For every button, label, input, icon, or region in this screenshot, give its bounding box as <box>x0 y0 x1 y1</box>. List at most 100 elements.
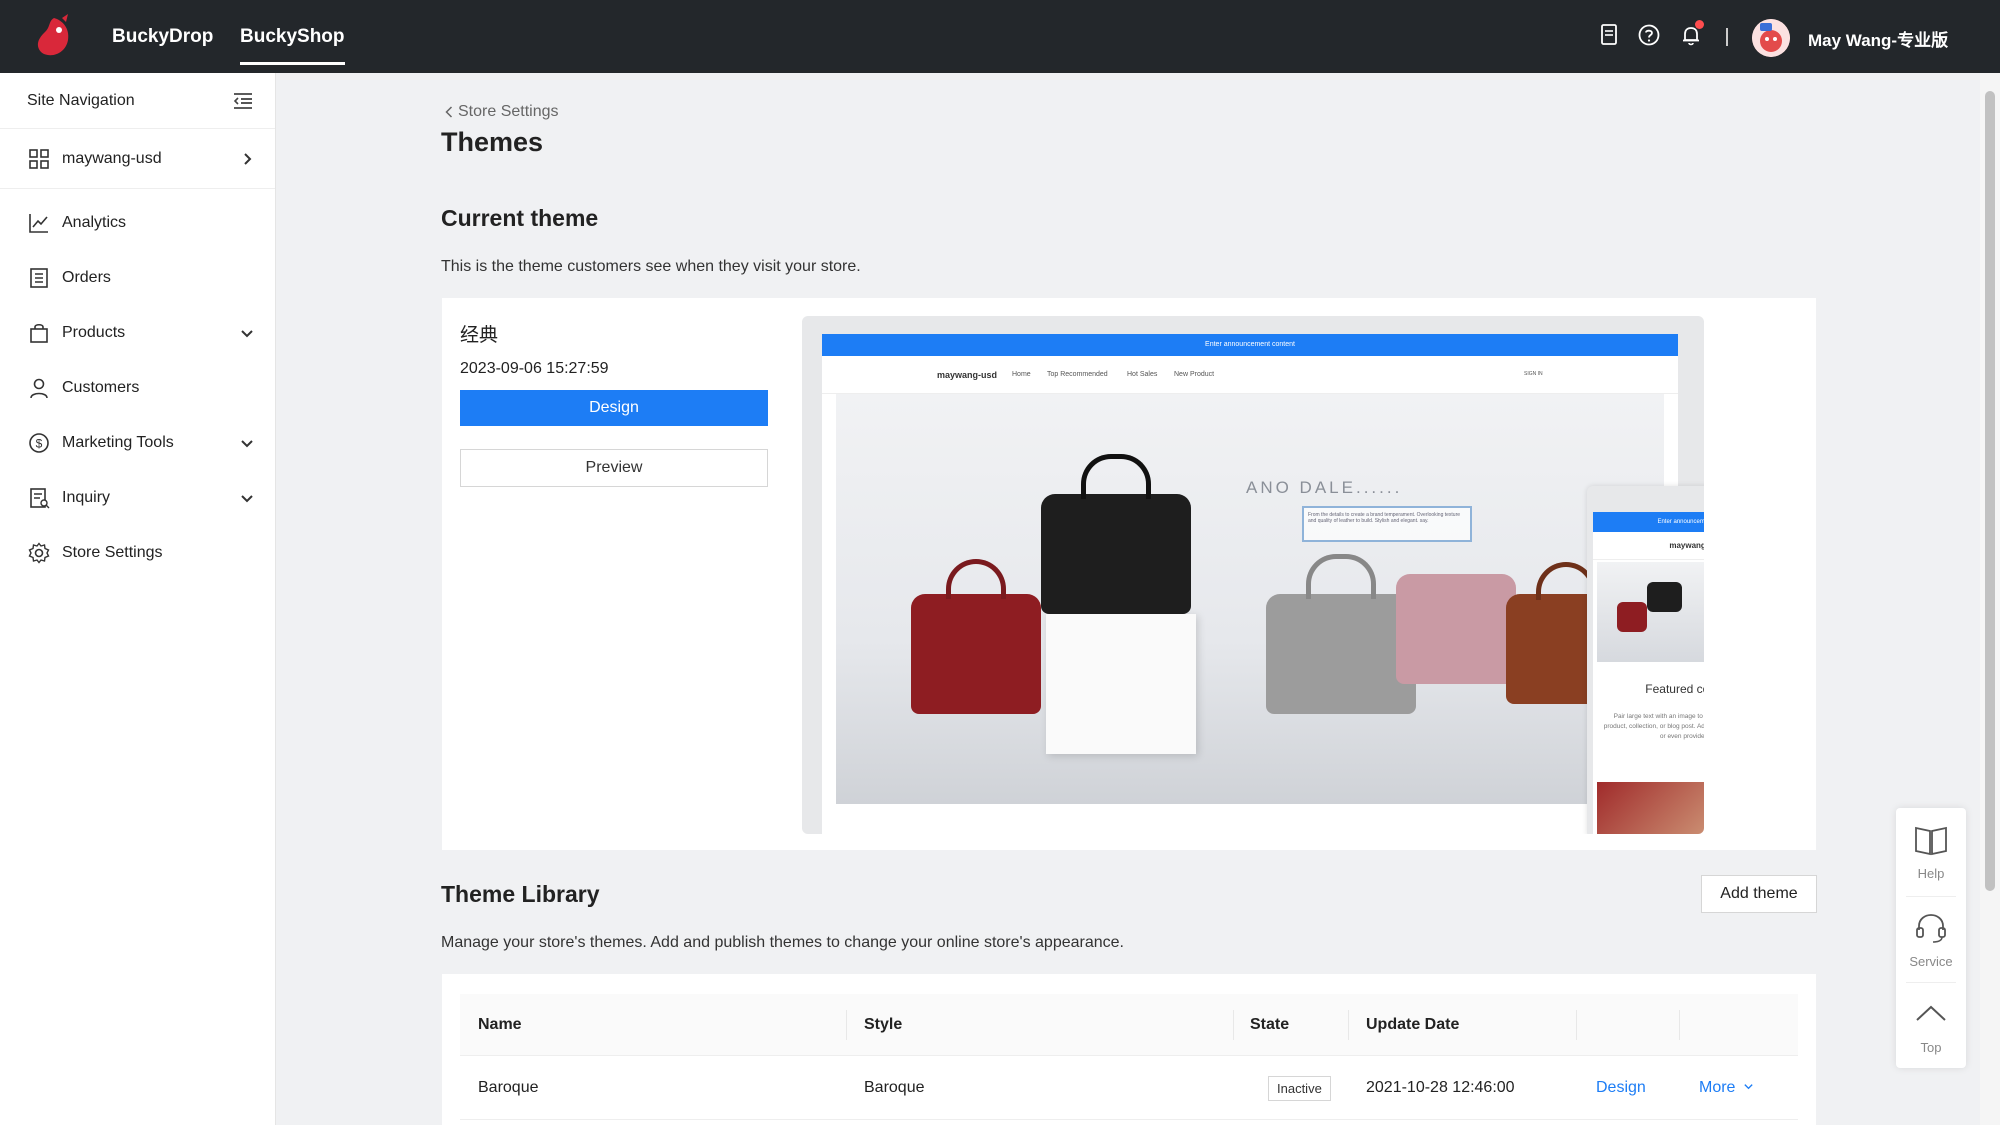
notes-icon[interactable] <box>1596 22 1622 48</box>
theme-row-date: 2021-10-28 12:46:00 <box>1366 1079 1515 1096</box>
chevron-down-icon <box>1744 1084 1753 1090</box>
mobile-hero-image <box>1597 562 1704 662</box>
help-button[interactable]: Help <box>1896 808 1966 894</box>
buckydrop-logo-icon[interactable] <box>32 14 76 60</box>
current-theme-heading: Current theme <box>441 205 599 231</box>
column-divider <box>1576 1010 1577 1040</box>
sidebar-item-label: Marketing Tools <box>62 433 174 451</box>
mobile-preview: Enter announcement content maywang-usd F… <box>1587 486 1704 834</box>
preview-announcement: Enter announcement content <box>822 334 1678 356</box>
sidebar-item-label: Inquiry <box>62 488 111 506</box>
column-divider <box>1233 1010 1234 1040</box>
tab-buckyshop[interactable]: BuckyShop <box>240 0 345 73</box>
preview-hero-text: ANO DALE...... <box>1246 478 1403 497</box>
column-header-state: State <box>1250 1016 1290 1033</box>
design-button[interactable]: Design <box>460 390 768 426</box>
sidebar-item-label: Products <box>62 323 126 341</box>
column-divider <box>1679 1010 1680 1040</box>
preview-hero-subtext: From the details to create a brand tempe… <box>1302 506 1472 542</box>
black-bag-illustration <box>1041 494 1191 614</box>
bag-icon <box>28 322 50 344</box>
preview-button[interactable]: Preview <box>460 449 768 487</box>
theme-library-heading: Theme Library <box>441 881 600 907</box>
red-bag-illustration <box>911 594 1041 714</box>
top-bar: BuckyDrop BuckyShop May Wang-专业版 <box>0 0 2000 73</box>
page-scrollbar[interactable] <box>1980 73 2000 1125</box>
preview-sign-in: SIGN IN <box>1524 371 1543 377</box>
sidebar-store-selector[interactable]: maywang-usd <box>0 129 275 189</box>
sidebar-item-orders[interactable]: Orders <box>0 250 275 305</box>
gray-bag-illustration <box>1266 594 1416 714</box>
desktop-preview: Enter announcement content maywang-usd H… <box>822 334 1678 834</box>
column-header-style: Style <box>864 1016 903 1033</box>
chevron-right-icon <box>239 151 255 167</box>
user-icon <box>28 377 50 399</box>
table-header: Name Style State Update Date <box>460 994 1798 1056</box>
page-title: Themes <box>441 127 544 157</box>
dollar-icon: $ <box>28 432 50 454</box>
row-more-dropdown[interactable]: More <box>1699 1056 1754 1120</box>
add-theme-button[interactable]: Add theme <box>1701 875 1817 913</box>
collapse-menu-icon[interactable] <box>231 89 255 113</box>
notification-bell-icon[interactable] <box>1678 20 1704 48</box>
preview-nav-link: Home <box>1012 371 1031 378</box>
table-row: Baroque Baroque Inactive 2021-10-28 12:4… <box>460 1056 1798 1120</box>
preview-nav-link: Top Recommended <box>1047 371 1108 378</box>
theme-row-name: Baroque <box>478 1079 539 1096</box>
service-label: Service <box>1909 954 1953 969</box>
preview-nav-link: Hot Sales <box>1127 371 1158 378</box>
tab-buckydrop[interactable]: BuckyDrop <box>112 0 213 73</box>
back-to-top-button[interactable]: Top <box>1896 982 1966 1068</box>
pink-bag-illustration <box>1396 574 1516 684</box>
top-label: Top <box>1920 1040 1942 1055</box>
chevron-down-icon <box>239 490 255 506</box>
theme-date: 2023-09-06 15:27:59 <box>460 360 609 377</box>
sidebar-item-inquiry[interactable]: Inquiry <box>0 470 275 525</box>
help-label: Help <box>1917 866 1945 881</box>
theme-preview: Enter announcement content maywang-usd H… <box>802 316 1704 834</box>
scrollbar-thumb[interactable] <box>1985 91 1995 891</box>
sidebar-item-label: Customers <box>62 378 140 396</box>
breadcrumb[interactable]: Store Settings <box>444 103 559 121</box>
theme-row-style: Baroque <box>864 1079 925 1096</box>
chevron-left-icon <box>445 106 453 118</box>
column-divider <box>1348 1010 1349 1040</box>
chevron-up-icon <box>1916 1005 1946 1021</box>
sidebar-item-products[interactable]: Products <box>0 305 275 360</box>
tab-label: BuckyShop <box>240 25 345 47</box>
list-icon <box>28 267 50 289</box>
user-name[interactable]: May Wang-专业版 <box>1808 26 1948 51</box>
sidebar-item-label: Store Settings <box>62 543 163 561</box>
sidebar-item-label: Orders <box>62 268 111 286</box>
avatar[interactable] <box>1752 19 1790 57</box>
sidebar-item-label: Analytics <box>62 213 127 231</box>
svg-text:$: $ <box>36 436 43 450</box>
store-name: maywang-usd <box>62 149 162 167</box>
theme-library-table: Name Style State Update Date Baroque Bar… <box>442 974 1816 1125</box>
service-button[interactable]: Service <box>1896 896 1966 982</box>
book-icon <box>1915 826 1947 856</box>
sidebar-item-analytics[interactable]: Analytics <box>0 195 275 250</box>
current-theme-card: 经典 2023-09-06 15:27:59 Design Preview En… <box>442 298 1816 850</box>
mobile-store-name: maywang-usd <box>1593 532 1704 560</box>
sidebar-item-customers[interactable]: Customers <box>0 360 275 415</box>
sidebar-item-store-settings[interactable]: Store Settings <box>0 525 275 580</box>
bag-handle <box>946 559 1006 599</box>
row-design-link[interactable]: Design <box>1596 1056 1646 1120</box>
column-divider <box>846 1010 847 1040</box>
sidebar-title: Site Navigation <box>27 91 135 109</box>
help-icon[interactable] <box>1636 22 1662 48</box>
more-label: More <box>1699 1079 1736 1096</box>
chevron-down-icon <box>239 435 255 451</box>
status-badge: Inactive <box>1268 1076 1331 1101</box>
column-header-update-date: Update Date <box>1366 1016 1460 1033</box>
document-icon <box>28 487 50 509</box>
tab-label: BuckyDrop <box>112 25 214 47</box>
current-theme-description: This is the theme customers see when the… <box>441 258 861 275</box>
mobile-featured-image <box>1597 782 1704 834</box>
preview-nav-link: New Product <box>1174 371 1215 378</box>
bag-handle <box>1081 454 1151 499</box>
divider <box>1726 28 1728 46</box>
sidebar-item-marketing-tools[interactable]: $ Marketing Tools <box>0 415 275 470</box>
headset-icon <box>1916 914 1946 943</box>
